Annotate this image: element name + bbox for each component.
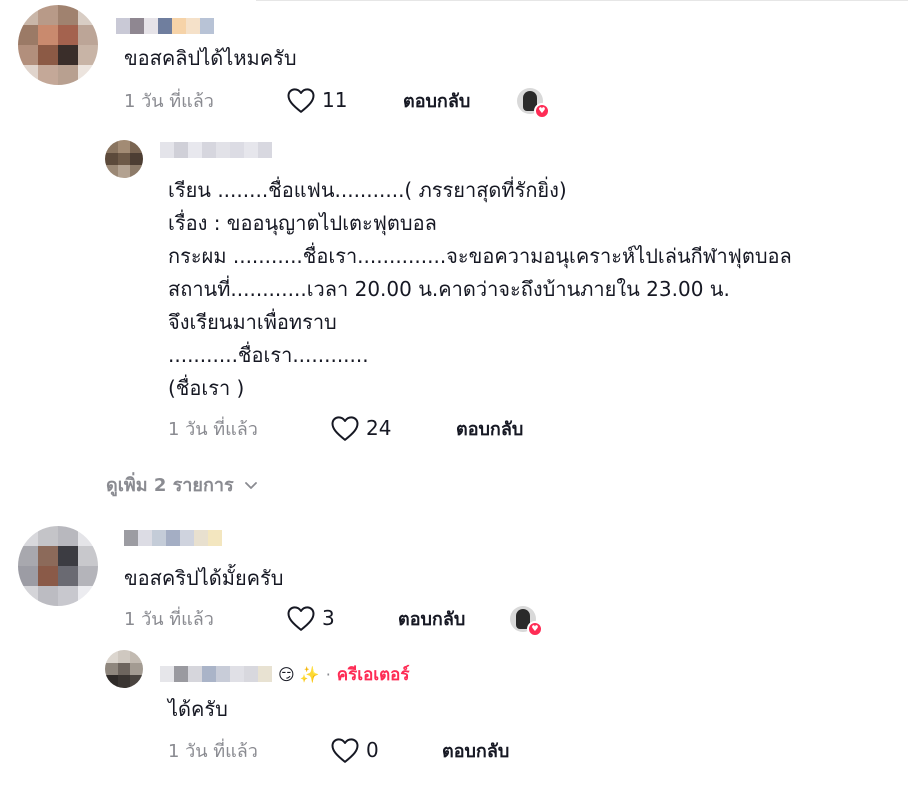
divider (256, 0, 908, 1)
heart-icon (331, 416, 359, 441)
reply-button[interactable]: ตอบกลับ (398, 604, 465, 633)
reply-text-line: ...........ชื่อเรา............ (168, 343, 369, 367)
like-count: 24 (366, 416, 392, 440)
reply-avatar[interactable] (105, 140, 143, 178)
avatar[interactable] (18, 526, 98, 606)
heart-badge-icon: ♥ (534, 103, 550, 119)
reply-text-line: เรียน ........ชื่อแฟน...........( ภรรยาส… (168, 178, 567, 202)
reply-text-line: กระผม ...........ชื่อเรา..............จะ… (168, 244, 792, 268)
reply-username[interactable]: 😏 ✨ · ครีเอเตอร์ (160, 664, 410, 685)
timestamp: 1 วัน ที่แล้ว (124, 90, 214, 112)
username-blurred[interactable] (124, 530, 222, 546)
heart-icon (287, 606, 315, 631)
heart-icon (331, 738, 359, 763)
view-more-label: ดูเพิ่ม 2 รายการ (106, 475, 234, 496)
comment-text: ขอสคริปได้มั้ยครับ (124, 566, 284, 590)
heart-icon (287, 88, 315, 113)
reply-text: ได้ครับ (168, 697, 228, 721)
reply-text-line: เรื่อง : ขออนุญาตไปเตะฟุตบอล (168, 211, 437, 235)
username-blurred[interactable] (116, 18, 214, 34)
creator-liked-badge: ♥ (517, 88, 550, 119)
reply-username-blurred[interactable] (160, 142, 272, 158)
creator-liked-badge: ♥ (510, 606, 543, 637)
like-count: 3 (322, 606, 335, 630)
timestamp: 1 วัน ที่แล้ว (168, 740, 258, 762)
reply-actions: 1 วัน ที่แล้ว 0 ตอบกลับ (168, 735, 568, 765)
reply-button[interactable]: ตอบกลับ (403, 86, 470, 115)
reply-text-line: สถานที่............เวลา 20.00 น.คาดว่าจะ… (168, 277, 730, 301)
separator: · (325, 664, 331, 684)
like-button[interactable]: 3 (286, 604, 335, 632)
like-button[interactable]: 11 (286, 86, 347, 114)
comment-text: ขอสคลิปได้ไหมครับ (124, 46, 297, 70)
reply-text-line: จึงเรียนมาเพื่อทราบ (168, 310, 337, 334)
like-button[interactable]: 0 (330, 736, 379, 764)
timestamp: 1 วัน ที่แล้ว (124, 608, 214, 630)
like-button[interactable]: 24 (330, 414, 391, 442)
view-more-replies-button[interactable]: ดูเพิ่ม 2 รายการ (106, 470, 260, 499)
username-emoji: 😏 ✨ (278, 664, 320, 684)
chevron-down-icon (244, 481, 257, 489)
reply-avatar[interactable] (105, 650, 143, 688)
like-count: 11 (322, 88, 348, 112)
like-count: 0 (366, 738, 379, 762)
avatar[interactable] (18, 5, 98, 85)
comment-actions: 1 วัน ที่แล้ว 11 ตอบกลับ ♥ (124, 85, 564, 119)
heart-badge-icon: ♥ (527, 621, 543, 637)
reply-actions: 1 วัน ที่แล้ว 24 ตอบกลับ (168, 413, 568, 443)
reply-text-line: (ชื่อเรา ) (168, 376, 245, 400)
creator-label: ครีเอเตอร์ (336, 664, 410, 685)
timestamp: 1 วัน ที่แล้ว (168, 418, 258, 440)
comment-actions: 1 วัน ที่แล้ว 3 ตอบกลับ ♥ (124, 603, 564, 637)
reply-button[interactable]: ตอบกลับ (456, 414, 523, 443)
reply-button[interactable]: ตอบกลับ (442, 736, 509, 765)
